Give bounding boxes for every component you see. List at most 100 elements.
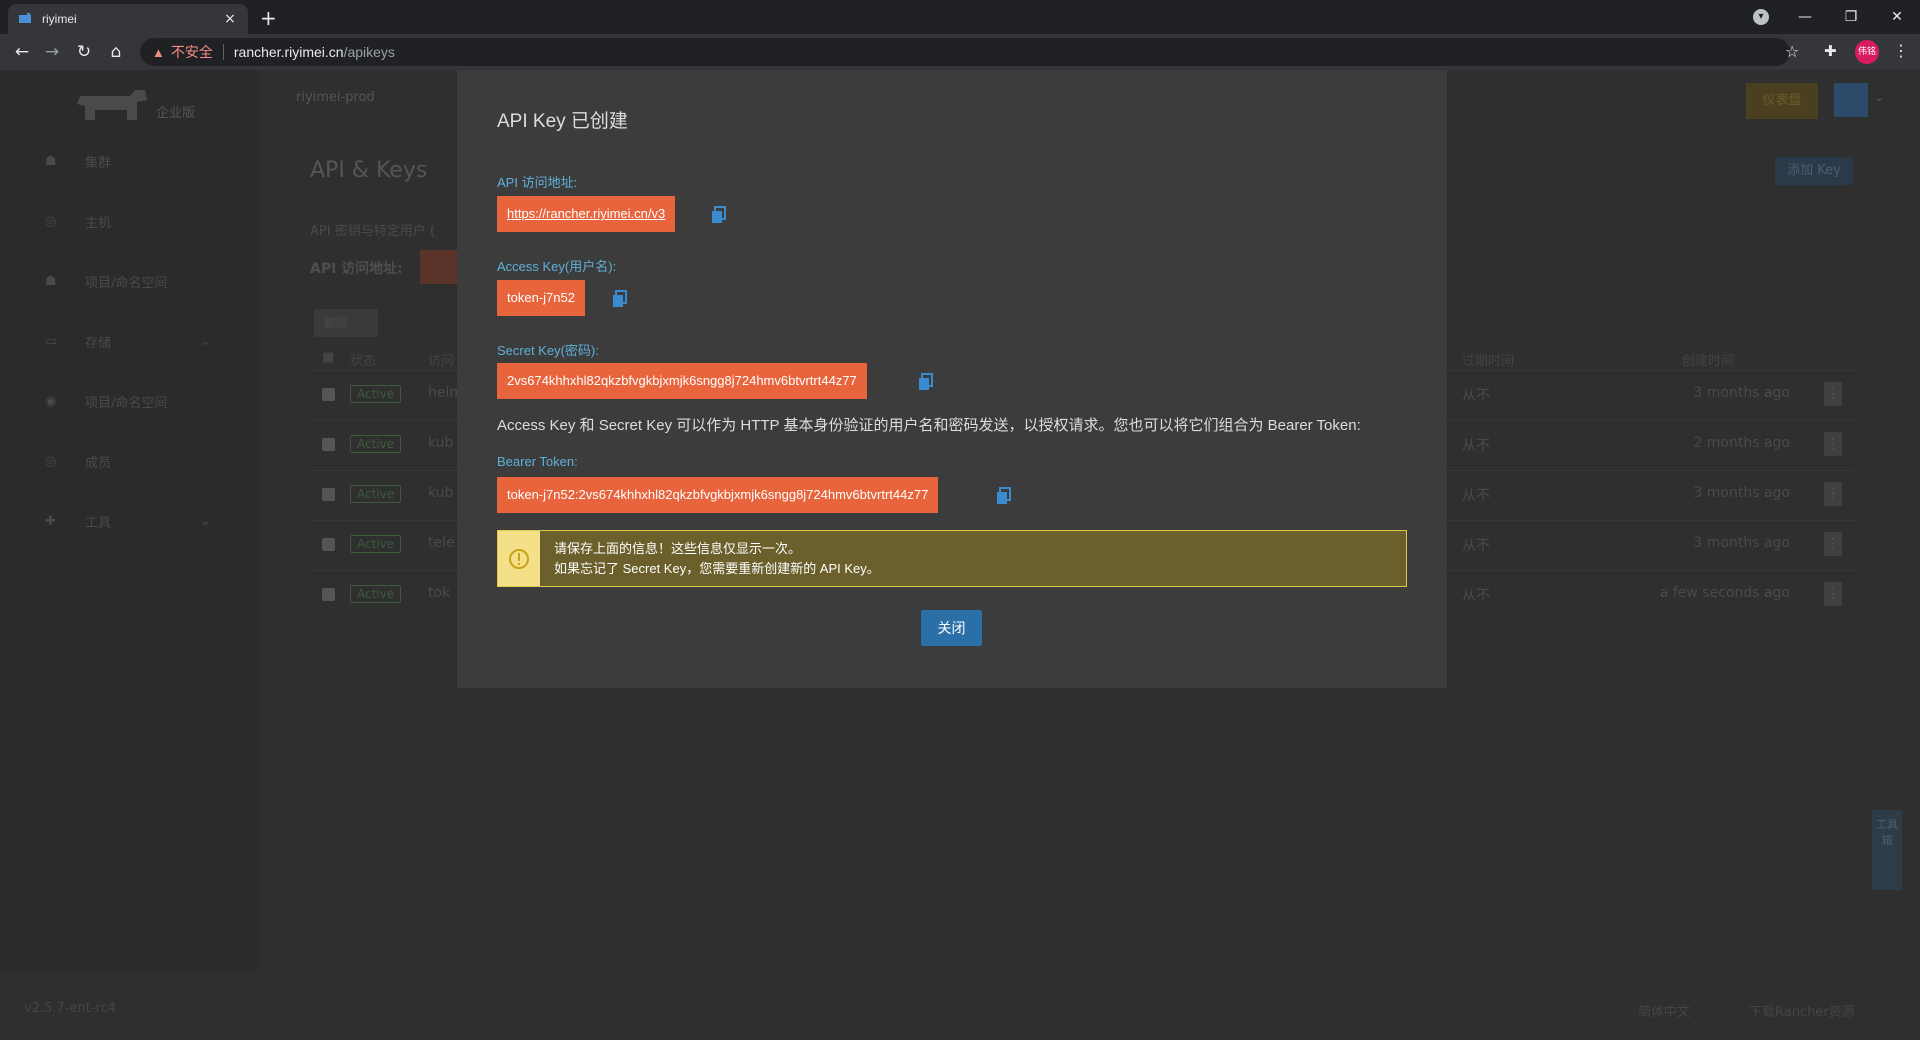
key-created: a few seconds ago: [1659, 585, 1790, 601]
modal-title: API Key 已创建: [497, 111, 628, 132]
close-button[interactable]: 关闭: [921, 610, 982, 646]
back-icon[interactable]: ←: [12, 42, 32, 62]
add-key-button[interactable]: 添加 Key: [1775, 157, 1853, 185]
bookmark-star-icon[interactable]: ☆: [1785, 42, 1799, 61]
close-window-icon[interactable]: ✕: [1874, 9, 1920, 25]
sidebar-item-label: 项目/命名空间: [85, 396, 168, 411]
column-header-created[interactable]: 创建时间: [1682, 350, 1734, 369]
sidebar-item-namespace[interactable]: ◉ 项目/命名空间: [45, 392, 167, 411]
sidebar-item-members[interactable]: ◎ 成员: [45, 452, 111, 471]
secret-key-value[interactable]: 2vs674khhxhl82qkzbfvgkbjxmjk6sngg8j724hm…: [497, 363, 867, 399]
key-created: 3 months ago: [1693, 485, 1790, 501]
status-badge: Active: [350, 535, 402, 553]
column-header-expires[interactable]: 过期时间: [1462, 350, 1514, 369]
api-url-value[interactable]: https://rancher.riyimei.cn/v3: [497, 196, 676, 232]
member-icon: ◎: [45, 454, 57, 469]
browser-tab-bar: riyimei × + ▾ — ❐ ✕: [0, 0, 1920, 34]
sidebar-item-storage[interactable]: ▭ 存储 ⌄: [45, 332, 215, 351]
column-header-name[interactable]: 访问: [428, 350, 454, 369]
copy-icon[interactable]: [918, 373, 934, 391]
cluster-selector[interactable]: riyimei-prod: [296, 90, 375, 105]
delete-button[interactable]: 删除: [314, 309, 378, 337]
bearer-token-label: Bearer Token:: [497, 454, 578, 469]
bearer-token-value[interactable]: token-j7n52:2vs674khhxhl82qkzbfvgkbjxmjk…: [497, 477, 939, 513]
toolbox-tab[interactable]: 工具箱: [1872, 810, 1902, 890]
namespace-icon: ◉: [45, 394, 57, 409]
divider: [222, 44, 224, 60]
row-menu-icon[interactable]: ⋮: [1824, 532, 1842, 556]
sidebar-item-host[interactable]: ◎ 主机: [45, 212, 111, 231]
sidebar: 企业版 ☗ 集群 ◎ 主机 ☗ 项目/命名空间 ▭ 存储 ⌄ ◉ 项目/命名空间…: [0, 70, 260, 970]
minimize-icon[interactable]: —: [1782, 9, 1828, 25]
row-checkbox[interactable]: [322, 438, 335, 451]
rancher-favicon-icon: [19, 13, 31, 23]
profile-avatar[interactable]: 伟铭: [1855, 40, 1879, 64]
row-checkbox[interactable]: [322, 588, 335, 601]
sidebar-item-cluster[interactable]: ☗ 集群: [45, 152, 111, 171]
key-name: kub: [428, 485, 454, 501]
key-expires: 从不: [1462, 388, 1490, 404]
api-url-label: API 访问地址:: [497, 175, 578, 190]
language-selector[interactable]: 简体中文: [1638, 1001, 1690, 1020]
rancher-logo-icon: [77, 90, 147, 120]
sidebar-item-tools[interactable]: ✚ 工具 ⌄: [45, 512, 215, 531]
select-all-checkbox[interactable]: ■: [322, 350, 334, 365]
chevron-down-icon[interactable]: ⌄: [1874, 90, 1884, 104]
access-key-value[interactable]: token-j7n52: [497, 280, 585, 316]
row-checkbox[interactable]: [322, 388, 335, 401]
row-checkbox[interactable]: [322, 538, 335, 551]
row-menu-icon[interactable]: ⋮: [1824, 482, 1842, 506]
key-name: tok: [428, 585, 451, 601]
status-badge: Active: [350, 585, 402, 603]
page-title: API & Keys: [310, 158, 428, 183]
tab-search-icon[interactable]: ▾: [1753, 9, 1769, 25]
reload-icon[interactable]: ↻: [74, 42, 94, 62]
key-name: kub: [428, 435, 454, 451]
dashboard-button[interactable]: 仪表盘: [1746, 83, 1818, 119]
tools-icon: ✚: [45, 514, 56, 529]
restore-icon[interactable]: ❐: [1828, 9, 1874, 25]
sidebar-item-label: 主机: [85, 216, 112, 231]
key-created: 2 months ago: [1693, 435, 1790, 451]
browser-toolbar: ← → ↻ ⌂ ▲ 不安全 rancher.riyimei.cn /apikey…: [0, 34, 1920, 70]
extensions-icon[interactable]: ✚: [1824, 42, 1837, 60]
user-avatar[interactable]: [1834, 83, 1868, 117]
copy-icon[interactable]: [612, 290, 628, 308]
key-expires: 从不: [1462, 538, 1490, 554]
sidebar-item-label: 存储: [85, 336, 112, 351]
row-menu-icon[interactable]: ⋮: [1824, 582, 1842, 606]
copy-icon[interactable]: [996, 487, 1012, 505]
forward-icon[interactable]: →: [42, 42, 62, 62]
new-tab-button[interactable]: +: [260, 6, 277, 30]
row-menu-icon[interactable]: ⋮: [1824, 382, 1842, 406]
address-bar[interactable]: ▲ 不安全 rancher.riyimei.cn /apikeys: [140, 38, 1790, 66]
warning-line-1: 请保存上面的信息！这些信息仅显示一次。: [554, 541, 802, 556]
tab-title: riyimei: [42, 12, 77, 26]
warning-line-2: 如果忘记了 Secret Key，您需要重新创建新的 API Key。: [554, 561, 880, 576]
status-badge: Active: [350, 435, 402, 453]
sidebar-item-label: 项目/命名空间: [85, 276, 168, 291]
window-controls: — ❐ ✕: [1782, 0, 1920, 34]
home-icon[interactable]: ⌂: [106, 42, 126, 62]
logo-edition: 企业版: [156, 106, 196, 121]
browser-tab[interactable]: riyimei ×: [8, 4, 248, 34]
key-expires: 从不: [1462, 438, 1490, 454]
secret-key-label: Secret Key(密码):: [497, 343, 599, 358]
auth-hint-text: Access Key 和 Secret Key 可以作为 HTTP 基本身份验证…: [497, 417, 1361, 434]
api-endpoint-value: [420, 250, 460, 284]
browser-menu-icon[interactable]: ⋮: [1893, 41, 1909, 60]
tab-close-icon[interactable]: ×: [222, 11, 238, 27]
download-link[interactable]: 下载Rancher资源: [1749, 1001, 1855, 1020]
row-menu-icon[interactable]: ⋮: [1824, 432, 1842, 456]
status-badge: Active: [350, 485, 402, 503]
access-key-label: Access Key(用户名):: [497, 259, 617, 274]
sidebar-item-project[interactable]: ☗ 项目/命名空间: [45, 272, 167, 291]
version-label: v2.5.7-ent-rc4: [24, 1001, 116, 1016]
url-host: rancher.riyimei.cn: [233, 44, 344, 60]
column-header-state[interactable]: 状态: [350, 350, 376, 369]
copy-icon[interactable]: [711, 206, 727, 224]
key-created: 3 months ago: [1693, 385, 1790, 401]
sidebar-item-label: 成员: [85, 456, 112, 471]
row-checkbox[interactable]: [322, 488, 335, 501]
chevron-down-icon: ⌄: [200, 334, 211, 349]
